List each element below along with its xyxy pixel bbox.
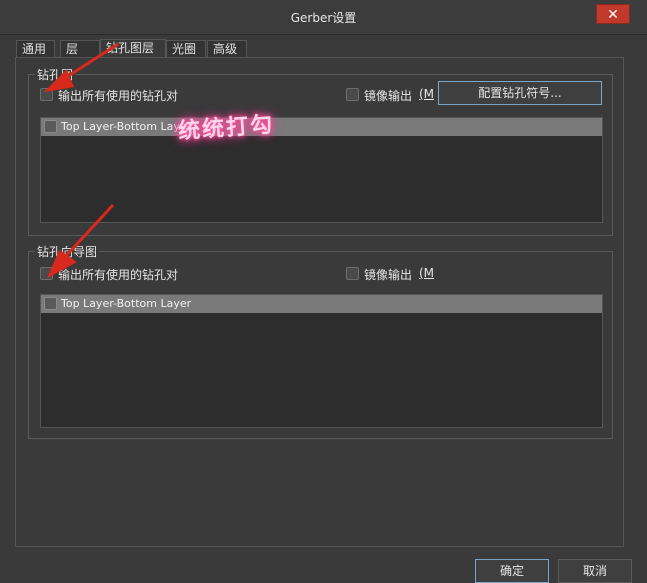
red-arrow-icon xyxy=(43,42,119,93)
ok-button[interactable]: 确定 xyxy=(475,559,549,583)
annotation-arrows xyxy=(43,42,119,279)
cancel-button[interactable]: 取消 xyxy=(558,559,632,583)
red-arrow-icon xyxy=(46,203,115,279)
